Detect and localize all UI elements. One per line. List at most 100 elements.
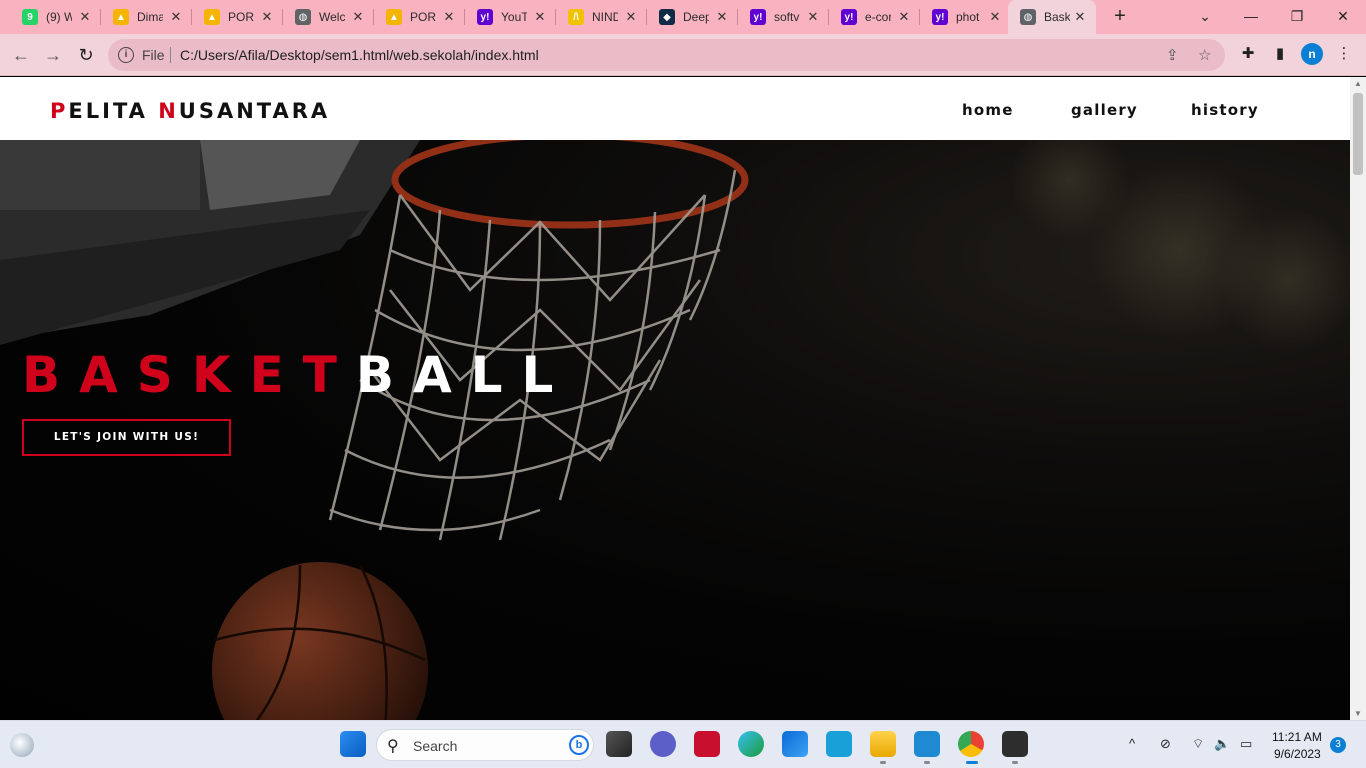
reload-button[interactable]: ↻ <box>74 43 98 67</box>
browser-tab[interactable]: y! e-cor ✕ <box>829 0 920 34</box>
browser-tab[interactable]: ▲ Dima ✕ <box>101 0 192 34</box>
tab-title: Bask <box>1044 10 1070 24</box>
address-bar[interactable]: i File C:/Users/Afila/Desktop/sem1.html/… <box>108 39 1225 71</box>
task-view-icon[interactable] <box>606 731 632 757</box>
tab-title: Deep <box>683 10 709 24</box>
extensions-icon[interactable]: ✚ <box>1238 44 1258 62</box>
tab-search-dropdown-icon[interactable]: ⌄ <box>1190 4 1220 28</box>
nav-gallery[interactable]: gallery <box>1071 101 1138 119</box>
scheme-label: File <box>142 47 165 63</box>
back-button[interactable]: ← <box>9 43 33 67</box>
tab-close-icon[interactable]: ✕ <box>168 8 184 26</box>
taskbar-search[interactable]: ⚲ Search b <box>376 729 594 761</box>
nav-history[interactable]: history <box>1191 101 1259 119</box>
launcher-l-icon[interactable] <box>826 731 852 757</box>
browser-tab[interactable]: y! softv ✕ <box>738 0 829 34</box>
tab-title: softv <box>774 10 800 24</box>
browser-tab[interactable]: /\ NIND ✕ <box>556 0 647 34</box>
share-icon[interactable]: ⇪ <box>1166 46 1179 64</box>
tab-close-icon[interactable]: ✕ <box>350 8 366 26</box>
browser-tab[interactable]: y! phot ✕ <box>920 0 1011 34</box>
profile-avatar[interactable]: n <box>1301 43 1323 65</box>
hero-section: BASKETBALL LET'S JOIN WITH US! <box>0 140 1350 720</box>
nindyanita-icon: /\ <box>568 9 584 25</box>
tab-close-icon[interactable]: ✕ <box>805 8 821 26</box>
tab-close-icon[interactable]: ✕ <box>623 8 639 26</box>
tab-strip: 9(9) W✕▲Dima✕▲PORT✕◍Welc✕▲PORT✕y!YouT✕/\… <box>0 0 1366 34</box>
new-tab-button[interactable]: + <box>1108 5 1132 29</box>
vscode-running-indicator <box>924 761 930 764</box>
google-drive-icon: ▲ <box>113 9 129 25</box>
tab-close-icon[interactable]: ✕ <box>1072 8 1088 26</box>
terminal-running-indicator <box>1012 761 1018 764</box>
tab-close-icon[interactable]: ✕ <box>259 8 275 26</box>
onedrive-offline-icon[interactable]: ⊘ <box>1160 736 1171 752</box>
windows-start-icon[interactable] <box>340 731 366 757</box>
terminal-icon[interactable] <box>1002 731 1028 757</box>
close-window-button[interactable]: ✕ <box>1328 4 1358 28</box>
tab-title: PORT <box>410 10 436 24</box>
browser-menu-icon[interactable]: ⋮ <box>1334 44 1354 62</box>
tab-close-icon[interactable]: ✕ <box>532 8 548 26</box>
side-panel-icon[interactable]: ▮ <box>1270 44 1290 62</box>
url-text[interactable]: C:/Users/Afila/Desktop/sem1.html/web.sek… <box>180 47 539 63</box>
globe-icon: ◍ <box>295 9 311 25</box>
file-explorer-icon[interactable] <box>870 731 896 757</box>
clock-date[interactable]: 9/6/2023 <box>1274 747 1321 761</box>
page-scrollbar[interactable]: ▲ ▼ <box>1350 77 1366 720</box>
tab-title: (9) W <box>46 10 72 24</box>
forward-button[interactable]: → <box>41 43 65 67</box>
tab-title: phot <box>956 10 980 24</box>
google-drive-icon: ▲ <box>386 9 402 25</box>
tab-close-icon[interactable]: ✕ <box>714 8 730 26</box>
site-header: PELITA NUSANTARA home gallery history <box>0 77 1350 140</box>
tab-close-icon[interactable]: ✕ <box>77 8 93 26</box>
scroll-thumb[interactable] <box>1353 93 1363 175</box>
site-info-icon[interactable]: i <box>118 47 134 63</box>
weather-widget-icon[interactable] <box>10 733 34 757</box>
browser-tab[interactable]: ◍ Bask ✕ <box>1008 0 1096 34</box>
clock-time[interactable]: 11:21 AM <box>1272 730 1322 744</box>
search-placeholder: Search <box>413 738 458 754</box>
mcafee-icon[interactable] <box>694 731 720 757</box>
browser-tab[interactable]: y! YouT ✕ <box>465 0 556 34</box>
site-logo[interactable]: PELITA NUSANTARA <box>50 99 330 123</box>
nav-home[interactable]: home <box>962 101 1014 119</box>
browser-tab[interactable]: ◍ Welc ✕ <box>283 0 374 34</box>
whatsapp-icon: 9 <box>22 9 38 25</box>
battery-icon[interactable]: ▭ <box>1240 736 1252 752</box>
scroll-down-arrow-icon[interactable]: ▼ <box>1350 709 1366 718</box>
tab-close-icon[interactable]: ✕ <box>987 8 1003 26</box>
vscode-icon[interactable] <box>914 731 940 757</box>
wifi-icon[interactable]: ⌔ <box>1192 736 1204 752</box>
windows-taskbar: ⚲ Search b ^ ⊘ ⌔ 🔈 ▭ 11:21 AM 9/6/2023 3 <box>0 720 1366 768</box>
hero-title-white: BALL <box>355 346 573 404</box>
chat-icon[interactable] <box>650 731 676 757</box>
chrome-icon[interactable] <box>958 731 984 757</box>
scroll-up-arrow-icon[interactable]: ▲ <box>1350 79 1366 88</box>
browser-tab[interactable]: 9 (9) W ✕ <box>10 0 101 34</box>
bookmark-star-icon[interactable]: ☆ <box>1198 46 1211 64</box>
deepl-icon: ◆ <box>659 9 675 25</box>
brand-initial-p: P <box>50 99 69 123</box>
browser-tab[interactable]: ◆ Deep ✕ <box>647 0 738 34</box>
hero-title-red: BASKET <box>22 346 356 404</box>
tab-close-icon[interactable]: ✕ <box>441 8 457 26</box>
edge-icon[interactable] <box>738 731 764 757</box>
restore-button[interactable]: ❐ <box>1282 4 1312 28</box>
tab-close-icon[interactable]: ✕ <box>896 8 912 26</box>
volume-icon[interactable]: 🔈 <box>1214 736 1230 752</box>
browser-tab[interactable]: ▲ PORT ✕ <box>374 0 465 34</box>
minimize-button[interactable]: — <box>1236 4 1266 28</box>
page-viewport: PELITA NUSANTARA home gallery history BA… <box>0 77 1350 720</box>
globe-icon: ◍ <box>1020 9 1036 25</box>
notification-badge[interactable]: 3 <box>1330 737 1346 753</box>
tab-title: PORT <box>228 10 254 24</box>
microsoft-store-icon[interactable] <box>782 731 808 757</box>
tray-overflow-chevron-icon[interactable]: ^ <box>1129 736 1135 751</box>
chrome-active-indicator <box>966 761 978 764</box>
join-button[interactable]: LET'S JOIN WITH US! <box>22 419 231 456</box>
browser-tab[interactable]: ▲ PORT ✕ <box>192 0 283 34</box>
yahoo-icon: y! <box>750 9 766 25</box>
bing-icon[interactable]: b <box>569 735 589 755</box>
